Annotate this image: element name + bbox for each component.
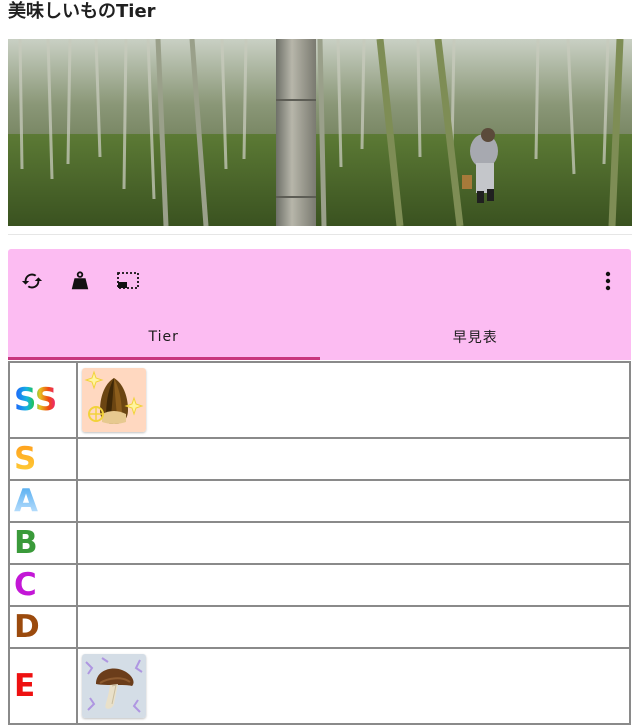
tier-items-s[interactable] xyxy=(76,437,631,481)
tier-row-c: C xyxy=(8,563,631,607)
more-vert-icon xyxy=(605,271,611,291)
refresh-button[interactable] xyxy=(20,269,44,293)
tier-row-e: E xyxy=(8,647,631,725)
tier-label-text: SS xyxy=(14,382,58,418)
tier-table: SS S A B C D E xyxy=(8,361,631,725)
tier-item-card[interactable] xyxy=(82,368,146,432)
tier-label-text: B xyxy=(14,525,38,561)
crop-select-icon xyxy=(117,272,139,289)
tier-items-e[interactable] xyxy=(76,647,631,725)
page-title: 美味しいものTier xyxy=(8,1,156,22)
tier-label-text: S xyxy=(14,441,37,477)
banner-image xyxy=(8,39,632,226)
tier-label-e: E xyxy=(8,647,78,725)
bamboo-forest-photo xyxy=(8,39,632,226)
tier-row-ss: SS xyxy=(8,361,631,439)
tier-items-d[interactable] xyxy=(76,605,631,649)
tab-quick-reference[interactable]: 早見表 xyxy=(320,313,632,360)
mushroom-item-icon xyxy=(82,654,146,718)
more-menu-button[interactable] xyxy=(596,269,620,293)
tier-label-a: A xyxy=(8,479,78,523)
tier-items-ss[interactable] xyxy=(76,361,631,439)
tier-items-c[interactable] xyxy=(76,563,631,607)
tier-item-card[interactable] xyxy=(82,654,146,718)
weight-button[interactable] xyxy=(68,269,92,293)
tier-label-c: C xyxy=(8,563,78,607)
tier-label-text: A xyxy=(14,483,38,519)
tier-row-b: B xyxy=(8,521,631,565)
tier-label-d: D xyxy=(8,605,78,649)
tab-tier[interactable]: Tier xyxy=(8,313,320,360)
tier-panel: Tier 早見表 xyxy=(8,249,631,360)
refresh-icon xyxy=(21,273,43,289)
tier-row-s: S xyxy=(8,437,631,481)
toolbar xyxy=(8,249,631,313)
tier-label-s: S xyxy=(8,437,78,481)
tier-label-b: B xyxy=(8,521,78,565)
crop-select-button[interactable] xyxy=(116,269,140,293)
weight-icon xyxy=(71,271,89,290)
section-divider xyxy=(8,234,632,235)
tier-row-d: D xyxy=(8,605,631,649)
tier-row-a: A xyxy=(8,479,631,523)
tier-label-text: C xyxy=(14,567,37,603)
tier-label-ss: SS xyxy=(8,361,78,439)
tier-items-b[interactable] xyxy=(76,521,631,565)
tier-items-a[interactable] xyxy=(76,479,631,523)
tab-bar: Tier 早見表 xyxy=(8,313,631,360)
tier-label-text: E xyxy=(14,668,36,704)
bamboo-shoot-item-icon xyxy=(82,368,146,432)
tier-label-text: D xyxy=(14,609,40,645)
